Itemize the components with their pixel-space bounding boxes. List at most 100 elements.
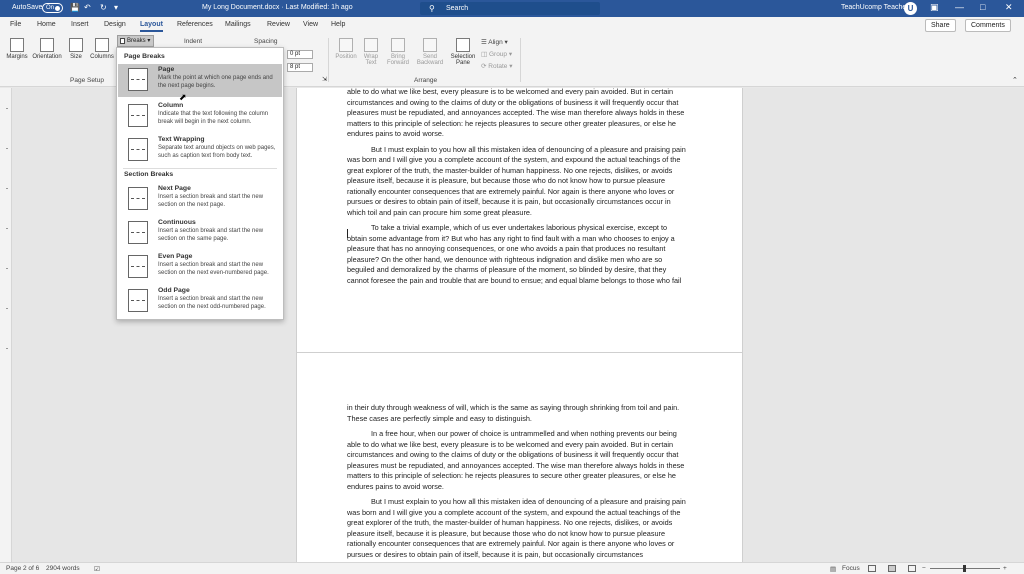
send-backward-label: Send Backward bbox=[416, 54, 444, 66]
breaks-menu: Page Breaks Page Mark the point at which… bbox=[116, 47, 284, 320]
zoom-in-icon[interactable]: + bbox=[1003, 565, 1007, 572]
maximize-icon[interactable]: □ bbox=[980, 2, 985, 12]
ruler-mark bbox=[6, 108, 8, 109]
text-cursor bbox=[347, 229, 348, 238]
search-icon: ⚲ bbox=[429, 4, 435, 13]
page-count[interactable]: Page 2 of 6 bbox=[6, 565, 39, 572]
group-button[interactable]: ◫ Group ▾ bbox=[481, 50, 512, 58]
tab-file[interactable]: File bbox=[10, 21, 21, 28]
orientation-button[interactable]: Orientation bbox=[31, 38, 63, 60]
redo-icon[interactable]: ↻ bbox=[100, 3, 107, 12]
tab-layout[interactable]: Layout bbox=[140, 21, 163, 32]
tab-references[interactable]: References bbox=[177, 21, 213, 28]
tab-insert[interactable]: Insert bbox=[71, 21, 89, 28]
undo-icon[interactable]: ↶ bbox=[84, 3, 91, 12]
ribbon-separator bbox=[328, 38, 329, 82]
spacing-after-input[interactable]: 8 pt bbox=[287, 63, 313, 72]
ribbon-display-icon[interactable]: ▣ bbox=[930, 2, 939, 13]
menu-item-even-page[interactable]: Even Page Insert a section break and sta… bbox=[118, 251, 282, 284]
menu-item-text-wrapping[interactable]: Text Wrapping Separate text around objec… bbox=[118, 134, 282, 167]
size-button[interactable]: Size bbox=[66, 38, 86, 60]
menu-item-title: Column bbox=[158, 102, 184, 109]
word-count[interactable]: 2904 words bbox=[46, 565, 80, 572]
user-name[interactable]: TeachUcomp Teacher bbox=[841, 4, 909, 11]
breaks-button[interactable]: Breaks ▾ bbox=[117, 35, 154, 47]
print-layout-icon[interactable] bbox=[888, 565, 896, 572]
breaks-icon bbox=[120, 38, 125, 44]
rotate-icon: ⟳ bbox=[481, 63, 487, 70]
next-page-icon bbox=[128, 187, 148, 210]
ruler-mark bbox=[6, 348, 8, 349]
focus-button[interactable]: Focus bbox=[842, 565, 860, 572]
paragraph-dialog-launcher-icon[interactable]: ⇲ bbox=[322, 76, 327, 83]
avatar[interactable]: U bbox=[904, 2, 917, 15]
tab-design[interactable]: Design bbox=[104, 21, 126, 28]
ruler-mark bbox=[6, 148, 8, 149]
menu-item-description: Insert a section break and start the new… bbox=[158, 228, 264, 242]
save-icon[interactable]: 💾 bbox=[70, 3, 80, 12]
menu-item-column-break[interactable]: Column Indicate that the text following … bbox=[118, 100, 282, 133]
menu-item-description: Mark the point at which one page ends an… bbox=[158, 75, 273, 89]
size-icon bbox=[69, 38, 83, 52]
document-title: My Long Document.docx · Last Modified: 1… bbox=[202, 4, 353, 11]
menu-item-page-break[interactable]: Page Mark the point at which one page en… bbox=[118, 64, 282, 102]
menu-item-title: Even Page bbox=[158, 253, 193, 260]
tab-help[interactable]: Help bbox=[331, 21, 345, 28]
minimize-icon[interactable]: — bbox=[955, 2, 964, 12]
align-label: Align bbox=[488, 39, 503, 46]
status-bar: Page 2 of 6 2904 words ☑ ▤ Focus − + bbox=[0, 562, 1024, 574]
bring-forward-button[interactable]: Bring Forward bbox=[384, 38, 412, 66]
document-page[interactable]: in their duty through weakness of will, … bbox=[296, 352, 743, 562]
margins-label: Margins bbox=[6, 54, 28, 60]
spacing-before-input[interactable]: 0 pt bbox=[287, 50, 313, 59]
selection-pane-button[interactable]: Selection Pane bbox=[448, 38, 478, 66]
position-button[interactable]: Position bbox=[333, 38, 359, 60]
tab-mailings[interactable]: Mailings bbox=[225, 21, 251, 28]
collapse-ribbon-icon[interactable]: ⌃ bbox=[1012, 76, 1018, 84]
menu-item-description: Insert a section break and start the new… bbox=[158, 296, 266, 310]
menu-item-odd-page[interactable]: Odd Page Insert a section break and star… bbox=[118, 285, 282, 318]
rotate-button[interactable]: ⟳ Rotate ▾ bbox=[481, 62, 513, 70]
arrange-group-label: Arrange bbox=[414, 77, 438, 84]
read-mode-icon[interactable] bbox=[868, 565, 876, 572]
close-icon[interactable]: ✕ bbox=[1005, 2, 1013, 13]
selection-pane-label: Selection Pane bbox=[450, 54, 476, 66]
columns-button[interactable]: Columns bbox=[88, 38, 116, 60]
page-break-icon bbox=[128, 68, 148, 91]
title-bar: AutoSave On 💾 ↶ ↻ ▾ My Long Document.doc… bbox=[0, 0, 1024, 17]
web-layout-icon[interactable] bbox=[908, 565, 916, 572]
proofing-icon[interactable]: ☑ bbox=[94, 565, 100, 573]
comments-button[interactable]: Comments bbox=[965, 19, 1011, 32]
paragraph: But I must explain to you how all this m… bbox=[347, 144, 686, 217]
tab-view[interactable]: View bbox=[303, 21, 318, 28]
zoom-slider-thumb[interactable] bbox=[963, 565, 966, 572]
menu-item-description: Insert a section break and start the new… bbox=[158, 262, 269, 276]
ribbon-separator bbox=[520, 38, 521, 82]
align-button[interactable]: ☰ Align ▾ bbox=[481, 38, 508, 46]
column-break-icon bbox=[128, 104, 148, 127]
rotate-label: Rotate bbox=[488, 63, 508, 70]
size-label: Size bbox=[70, 54, 82, 60]
wrap-text-icon bbox=[364, 38, 378, 52]
menu-item-title: Next Page bbox=[158, 185, 191, 192]
share-button[interactable]: Share bbox=[925, 19, 956, 32]
quick-access-more-icon[interactable]: ▾ bbox=[114, 3, 118, 12]
menu-item-title: Continuous bbox=[158, 219, 196, 226]
menu-item-description: Insert a section break and start the new… bbox=[158, 194, 264, 208]
paragraph: To take a trivial example, which of us e… bbox=[347, 223, 682, 285]
tab-review[interactable]: Review bbox=[267, 21, 290, 28]
zoom-out-icon[interactable]: − bbox=[922, 565, 926, 572]
search-box[interactable]: ⚲ Search bbox=[420, 2, 600, 15]
group-icon: ◫ bbox=[481, 51, 488, 58]
selection-pane-icon bbox=[456, 38, 470, 52]
autosave-toggle[interactable]: On bbox=[42, 3, 63, 13]
breaks-label: Breaks bbox=[127, 38, 146, 44]
menu-item-continuous[interactable]: Continuous Insert a section break and st… bbox=[118, 217, 282, 250]
menu-item-next-page[interactable]: Next Page Insert a section break and sta… bbox=[118, 183, 282, 216]
columns-icon bbox=[95, 38, 109, 52]
focus-icon[interactable]: ▤ bbox=[830, 565, 836, 573]
send-backward-button[interactable]: Send Backward bbox=[414, 38, 446, 66]
tab-home[interactable]: Home bbox=[37, 21, 56, 28]
wrap-text-button[interactable]: Wrap Text bbox=[360, 38, 382, 66]
margins-button[interactable]: Margins bbox=[5, 38, 29, 60]
